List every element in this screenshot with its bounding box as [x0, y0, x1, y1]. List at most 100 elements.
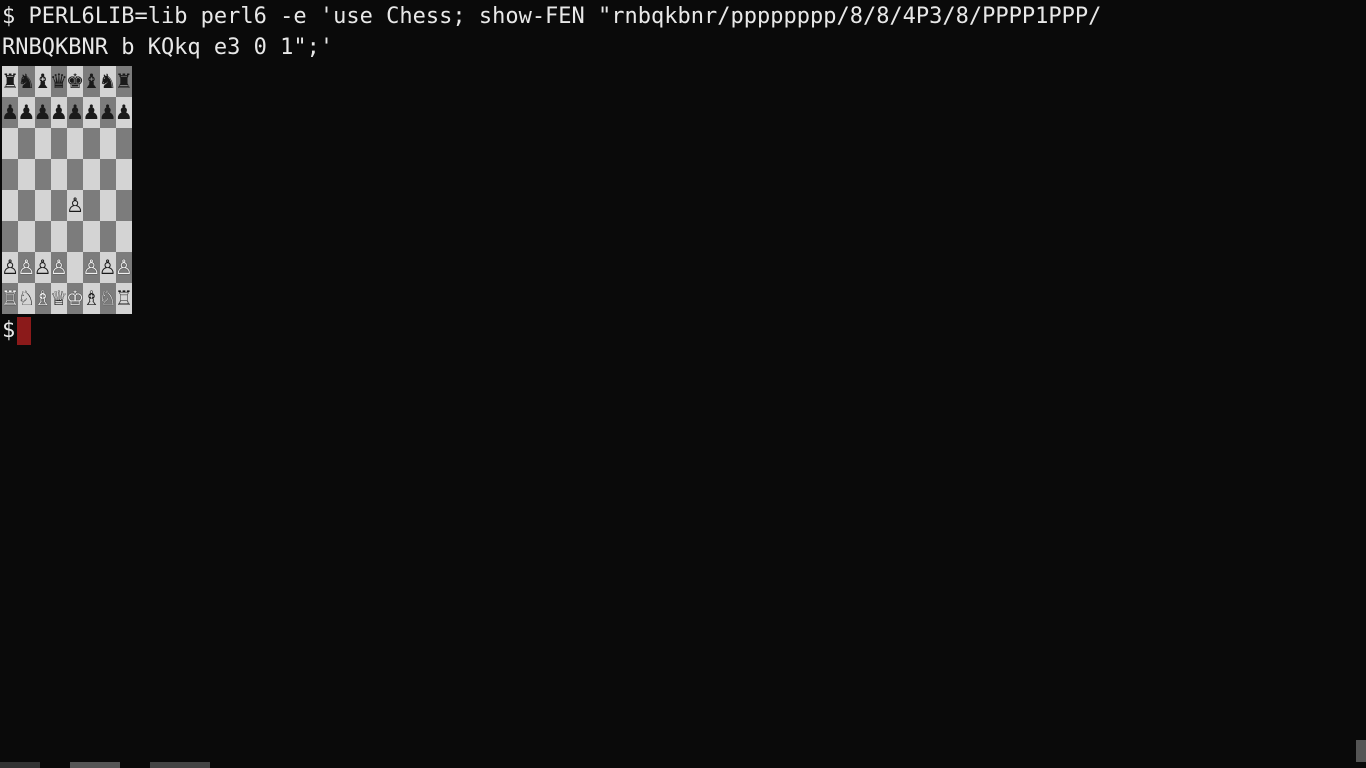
chess-square: ♚ [67, 66, 83, 97]
chess-square: ♟ [18, 97, 34, 128]
command-line-2: RNBQKBNR b KQkq e3 0 1";' [2, 33, 1364, 64]
chess-square: ♝ [35, 66, 51, 97]
chess-square [35, 221, 51, 252]
statusbar-gap-2 [120, 762, 150, 768]
chess-square [116, 159, 132, 190]
chess-piece: ♟ [50, 102, 68, 122]
chess-piece: ♟ [115, 102, 133, 122]
shell-prompt: $ [2, 4, 29, 29]
chess-square: ♖ [2, 283, 18, 314]
chess-square [35, 190, 51, 221]
chess-square [51, 159, 67, 190]
scrollbar-thumb[interactable] [1356, 740, 1366, 762]
chess-square [100, 190, 116, 221]
chess-piece: ♜ [1, 71, 19, 91]
chess-square [18, 159, 34, 190]
chess-square [18, 128, 34, 159]
chess-square: ♟ [67, 97, 83, 128]
shell-prompt-2: $ [2, 316, 15, 347]
chess-square: ♘ [18, 283, 34, 314]
chess-square [67, 128, 83, 159]
chess-piece: ♗ [34, 288, 52, 308]
chess-square: ♟ [51, 97, 67, 128]
statusbar-seg-3 [150, 762, 210, 768]
chess-square: ♗ [35, 283, 51, 314]
chess-piece: ♟ [17, 102, 35, 122]
chess-square [100, 221, 116, 252]
chess-square: ♗ [83, 283, 99, 314]
chess-piece: ♖ [1, 288, 19, 308]
chess-square: ♙ [67, 190, 83, 221]
statusbar-seg-1 [0, 762, 40, 768]
chess-square: ♟ [100, 97, 116, 128]
chess-square [35, 128, 51, 159]
command-text-1: PERL6LIB=lib perl6 -e 'use Chess; show-F… [29, 4, 1102, 29]
chess-board: ♜♞♝♛♚♝♞♜♟♟♟♟♟♟♟♟♙♙♙♙♙♙♙♙♖♘♗♕♔♗♘♖ [2, 66, 132, 314]
chess-square [2, 221, 18, 252]
chess-piece: ♝ [82, 71, 100, 91]
chess-piece: ♝ [34, 71, 52, 91]
statusbar-gap-1 [40, 762, 70, 768]
chess-piece: ♛ [50, 71, 68, 91]
chess-square: ♟ [35, 97, 51, 128]
chess-piece: ♔ [66, 288, 84, 308]
chess-square: ♕ [51, 283, 67, 314]
chess-square [67, 252, 83, 283]
chess-square: ♙ [83, 252, 99, 283]
terminal-cursor [17, 317, 31, 345]
chess-piece: ♘ [99, 288, 117, 308]
chess-square: ♙ [116, 252, 132, 283]
chess-square: ♟ [2, 97, 18, 128]
scrollbar-track[interactable] [1356, 0, 1366, 768]
chess-square: ♙ [100, 252, 116, 283]
prompt-line[interactable]: $ [2, 316, 1364, 347]
chess-square: ♞ [18, 66, 34, 97]
chess-piece: ♙ [34, 257, 52, 277]
chess-square [35, 159, 51, 190]
chess-square: ♞ [100, 66, 116, 97]
chess-piece: ♙ [50, 257, 68, 277]
chess-square: ♙ [2, 252, 18, 283]
statusbar-seg-2 [70, 762, 120, 768]
chess-square: ♜ [2, 66, 18, 97]
chess-square [116, 128, 132, 159]
chess-square: ♙ [18, 252, 34, 283]
chess-square [67, 221, 83, 252]
chess-square: ♜ [116, 66, 132, 97]
chess-square: ♖ [116, 283, 132, 314]
bottom-status-bar [0, 762, 210, 768]
chess-piece: ♘ [17, 288, 35, 308]
chess-square [116, 221, 132, 252]
command-line-1: $ PERL6LIB=lib perl6 -e 'use Chess; show… [2, 2, 1364, 33]
chess-piece: ♙ [17, 257, 35, 277]
chess-square [83, 190, 99, 221]
chess-square: ♘ [100, 283, 116, 314]
chess-piece: ♟ [1, 102, 19, 122]
chess-piece: ♗ [82, 288, 100, 308]
chess-piece: ♙ [66, 195, 84, 215]
chess-square [116, 190, 132, 221]
chess-square [51, 128, 67, 159]
chess-piece: ♟ [99, 102, 117, 122]
chess-square: ♛ [51, 66, 67, 97]
chess-piece: ♖ [115, 288, 133, 308]
chess-square [67, 159, 83, 190]
chess-piece: ♙ [99, 257, 117, 277]
chess-piece: ♚ [66, 71, 84, 91]
chess-square [100, 159, 116, 190]
chess-piece: ♞ [17, 71, 35, 91]
chess-square [2, 128, 18, 159]
chess-square [51, 190, 67, 221]
chess-square: ♟ [83, 97, 99, 128]
command-text-2: RNBQKBNR b KQkq e3 0 1";' [2, 35, 333, 60]
chess-square: ♙ [35, 252, 51, 283]
chess-square [83, 159, 99, 190]
chess-piece: ♙ [82, 257, 100, 277]
chess-square [83, 221, 99, 252]
chess-square [2, 190, 18, 221]
chess-piece: ♜ [115, 71, 133, 91]
chess-square: ♝ [83, 66, 99, 97]
chess-square [83, 128, 99, 159]
terminal-output[interactable]: $ PERL6LIB=lib perl6 -e 'use Chess; show… [0, 0, 1366, 348]
chess-piece: ♟ [66, 102, 84, 122]
